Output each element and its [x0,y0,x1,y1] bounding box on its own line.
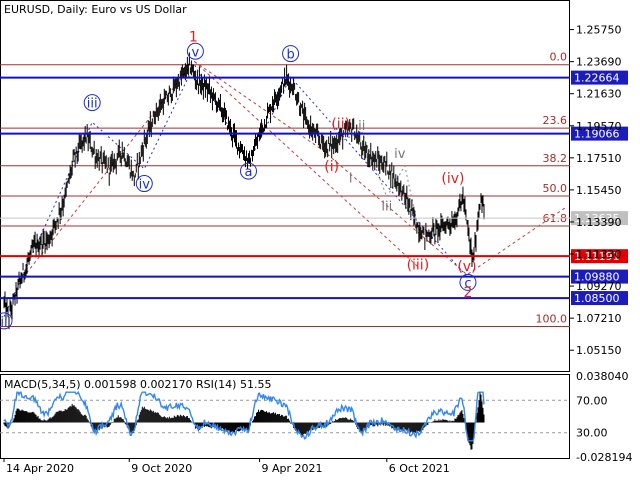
wave-label-(ii): (ii) [331,117,350,133]
indicator-tick-label: 0.038040 [576,370,629,383]
wave-text: v [192,45,200,60]
fib-label-100.0: 100.0 [536,313,568,326]
indicator-title: MACD(5,34,5) 0.001598 0.002170 RSI(14) 5… [4,378,271,391]
price-tick-label: 1.25750 [576,24,622,37]
time-axis: 14 Apr 2020 9 Oct 2020 9 Apr 2021 6 Oct 202… [3,458,450,475]
wave-label-(i): (i) [324,159,339,175]
wave-label-2: 2 [464,285,473,301]
price-tick-label: 1.07210 [576,312,622,325]
wave-label-iii: iii [381,200,392,215]
wave-text: ii [358,119,365,134]
time-tick-label: 9 Apr 2021 [262,462,323,475]
time-tick-label: 9 Oct 2020 [131,462,192,475]
wave-text: (v) [457,259,476,275]
price-tick-label: 1.13390 [576,216,622,229]
wave-text: 2 [464,285,473,301]
wave-text: b [286,48,294,63]
wave-label-(v): (v) [457,259,476,275]
price-tick-label: 1.05150 [576,344,622,357]
price-pane [0,0,570,372]
wave-text: iv [394,147,406,162]
time-tick-label: 6 Oct 2021 [389,462,450,475]
indicator-axis: 0.038040 70.00 30.00 -0.028194 [576,370,632,464]
wave-label-iv: iv [135,175,153,193]
fib-label-50.0: 50.0 [543,182,568,195]
indicator-tick-label: -0.028194 [576,451,632,464]
price-tick-label: 1.17510 [576,152,622,165]
price-tick-label: 1.21630 [576,88,622,101]
wave-label-i: i [349,171,353,186]
chart-canvas: 0.023.638.250.061.8100.0 1.226641.190661… [0,0,632,475]
wave-text: (i) [324,159,339,175]
price-tick-label: 1.23690 [576,56,622,69]
wave-text: (iv) [441,171,464,187]
fib-label-0.0: 0.0 [550,51,568,64]
wave-text: i [349,171,353,186]
wave-text: (ii) [331,117,350,133]
fib-label-23.6: 23.6 [543,114,568,127]
wave-text: (iii) [407,257,430,273]
time-tick-label: 14 Apr 2020 [6,462,74,475]
level-badge-text-1.22664: 1.22664 [574,72,620,85]
wave-text: iii [381,200,392,215]
indicator-tick-label: 70.00 [576,394,608,407]
wave-label-(iv): (iv) [441,171,464,187]
wave-text: ii [0,315,7,330]
chart-title: EURUSD, Daily: Euro vs US Dollar [4,3,187,16]
wave-text: a [245,165,253,180]
wave-label-iv: iv [394,147,406,162]
wave-text: iv [139,178,151,193]
level-badge-text-1.08500: 1.08500 [574,292,620,305]
fib-label-38.2: 38.2 [543,152,568,165]
indicator-tick-label: 30.00 [576,427,608,440]
wave-label-(iii): (iii) [407,257,430,273]
wave-text: iii [87,97,98,112]
price-tick-label: 1.11330 [576,248,622,261]
price-tick-label: 1.19570 [576,120,622,133]
price-tick-label: 1.15450 [576,184,622,197]
price-tick-label: 1.09270 [576,280,622,293]
wave-label-ii: ii [358,119,365,134]
